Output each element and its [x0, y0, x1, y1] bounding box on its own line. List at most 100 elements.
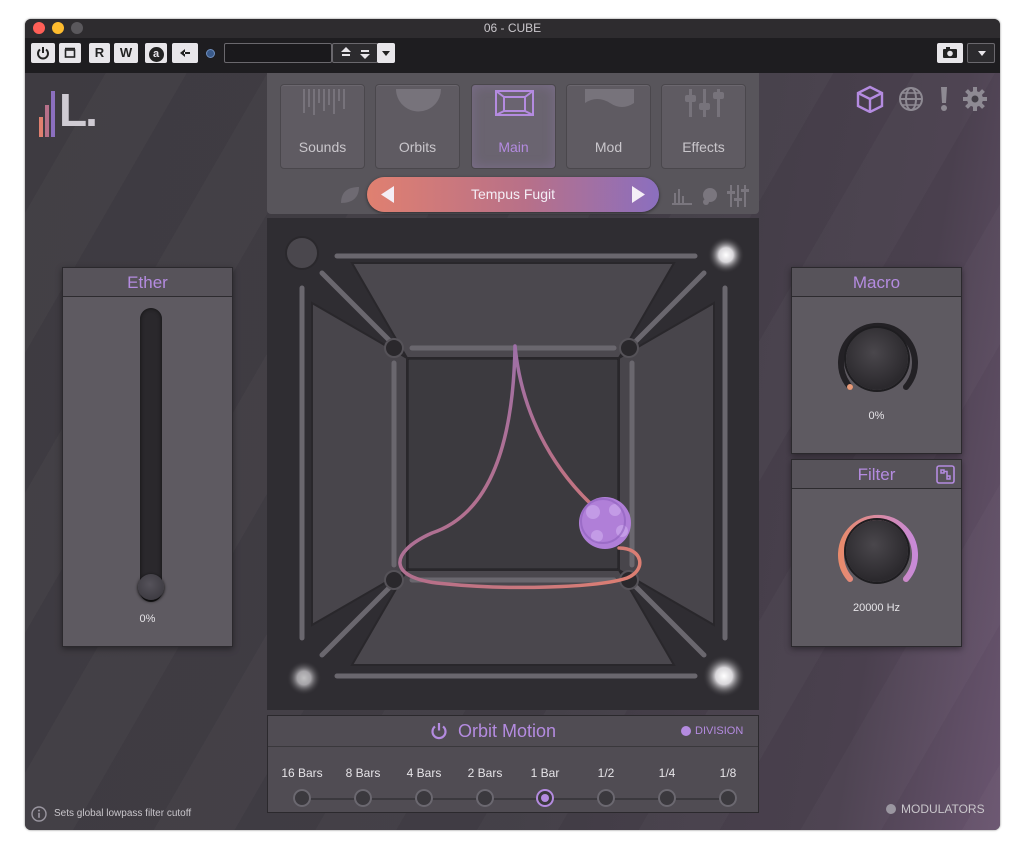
minimize-button[interactable]: [52, 22, 64, 34]
division-radio-4-bars[interactable]: [415, 789, 433, 807]
cube-view[interactable]: [267, 218, 759, 710]
arrow-left-icon: [180, 49, 190, 57]
macro-panel: Macro 0%: [791, 267, 962, 454]
close-button[interactable]: [33, 22, 45, 34]
orbit-motion-title: Orbit Motion: [458, 721, 557, 741]
auto-label: a: [148, 47, 164, 62]
previous-preset-button[interactable]: [379, 185, 397, 204]
navigation-panel: Sounds Orbits Main Mod Effects Tempus Fu…: [267, 73, 759, 214]
division-label[interactable]: DIVISION: [695, 724, 743, 738]
faders-icon: [685, 89, 724, 117]
division-indicator[interactable]: [681, 726, 691, 736]
status-hint: Sets global lowpass filter cutoff: [54, 808, 192, 819]
division-label-1-4: 1/4: [658, 766, 676, 780]
write-automation-button[interactable]: W: [114, 43, 138, 63]
division-radio-1-8[interactable]: [719, 789, 737, 807]
tab-label: Mod: [594, 139, 623, 155]
logo-text: L.: [59, 84, 98, 136]
division-label-1-8: 1/8: [719, 766, 737, 780]
division-label-8-bars: 8 Bars: [345, 766, 381, 780]
cube-view-button[interactable]: [855, 85, 887, 114]
info-icon[interactable]: [31, 806, 47, 822]
logo-bar: [39, 117, 43, 137]
mod-wave-icon: [585, 89, 634, 107]
ether-panel: Ether 0%: [62, 267, 233, 647]
title-bar: 06 - CUBE: [25, 19, 1000, 38]
host-toolbar: R W a: [25, 38, 1000, 73]
division-label-4-bars: 4 Bars: [406, 766, 442, 780]
division-radio-1-2[interactable]: [597, 789, 615, 807]
logo-bar: [45, 105, 49, 137]
plugin-body: L. Sounds Orbits Main Mod Effects Tempus…: [25, 73, 1000, 830]
filter-type-icon[interactable]: [936, 465, 955, 484]
logo-bar: [51, 91, 55, 137]
preset-menu-button[interactable]: [377, 43, 395, 63]
division-radio-2-bars[interactable]: [476, 789, 494, 807]
compare-button[interactable]: [172, 43, 198, 63]
bypass-button[interactable]: [59, 43, 81, 63]
auto-button[interactable]: a: [145, 43, 167, 63]
snapshot-button[interactable]: [937, 43, 963, 63]
division-label-16-bars: 16 Bars: [281, 766, 323, 780]
camera-icon: [943, 47, 957, 58]
box-icon: [64, 47, 76, 58]
orbit-icon: [396, 89, 441, 112]
ether-slider-handle[interactable]: [138, 574, 164, 600]
next-preset-button[interactable]: [629, 185, 647, 204]
tab-main[interactable]: Main: [471, 84, 556, 169]
modulators-button[interactable]: MODULATORS: [901, 802, 985, 816]
division-radio-16-bars[interactable]: [293, 789, 311, 807]
view-menu-button[interactable]: [967, 43, 995, 63]
power-button[interactable]: [31, 43, 55, 63]
macro-value: 0%: [868, 410, 885, 422]
zoom-button[interactable]: [71, 22, 83, 34]
tab-sounds[interactable]: Sounds: [280, 84, 365, 169]
window-title: 06 - CUBE: [483, 21, 542, 35]
tab-label: Orbits: [398, 139, 437, 155]
radio-selected-dot: [541, 794, 549, 802]
orbit-motion-panel: Orbit Motion DIVISION 16 Bars 8 Bars 4 B…: [267, 715, 759, 813]
alert-icon: [941, 87, 947, 111]
globe-button[interactable]: [897, 85, 925, 113]
preset-name[interactable]: Tempus Fugit: [407, 177, 619, 212]
macro-title: Macro: [792, 268, 961, 297]
filter-panel: Filter 20000 Hz: [791, 459, 962, 647]
preset-stepper[interactable]: [332, 43, 378, 63]
cube-visualization: [285, 236, 745, 697]
division-label-2-bars: 2 Bars: [467, 766, 503, 780]
tab-label: Main: [498, 139, 529, 155]
mixer-icon[interactable]: [727, 185, 749, 207]
blob-icon[interactable]: [700, 186, 720, 206]
tab-mod[interactable]: Mod: [566, 84, 651, 169]
modulators-indicator[interactable]: [886, 804, 896, 814]
division-radio-1-bar[interactable]: [536, 789, 554, 807]
cube-frame-icon: [495, 90, 534, 116]
filter-knob[interactable]: [846, 520, 908, 582]
leaf-icon[interactable]: [339, 185, 361, 205]
tab-label: Sounds: [298, 139, 347, 155]
division-label-1-bar: 1 Bar: [530, 766, 560, 780]
preset-field[interactable]: [224, 43, 332, 63]
division-radio-1-4[interactable]: [658, 789, 676, 807]
tab-orbits[interactable]: Orbits: [375, 84, 460, 169]
chevron-up-down-icon: [341, 47, 370, 59]
link-indicator[interactable]: [206, 49, 215, 58]
cube-icon: [856, 85, 884, 114]
macro-knob[interactable]: [846, 328, 908, 390]
chevron-down-icon: [382, 51, 390, 56]
levels-icon[interactable]: [672, 187, 692, 205]
waveform-icon: [303, 89, 345, 115]
division-label-1-2: 1/2: [597, 766, 615, 780]
globe-icon: [899, 87, 923, 111]
settings-button[interactable]: [961, 85, 989, 113]
logo: L.: [39, 84, 99, 137]
division-radio-8-bars[interactable]: [354, 789, 372, 807]
tab-effects[interactable]: Effects: [661, 84, 746, 169]
alert-button[interactable]: [937, 85, 951, 113]
filter-value: 20000 Hz: [852, 602, 901, 614]
power-icon: [37, 47, 49, 60]
ether-slider[interactable]: [140, 308, 162, 602]
read-automation-button[interactable]: R: [89, 43, 110, 63]
preset-selector: Tempus Fugit: [367, 177, 659, 212]
power-icon[interactable]: [430, 722, 448, 740]
